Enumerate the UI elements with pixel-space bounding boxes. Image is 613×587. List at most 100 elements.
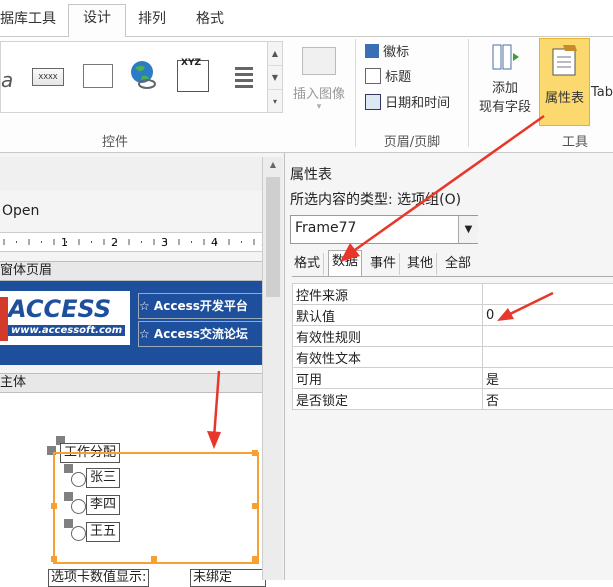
controls-gallery[interactable]: a XXXX XYZ xyxy=(0,41,269,113)
textbox-icon[interactable]: XXXX xyxy=(32,68,64,86)
hyperlink-globe-icon[interactable] xyxy=(127,58,161,92)
tab-arrange[interactable]: 排列 xyxy=(138,6,166,35)
add-fields-label-1: 添加 xyxy=(474,77,536,96)
banner-link-forum[interactable]: ☆ Access交流论坛 xyxy=(138,321,264,347)
gallery-up-icon[interactable]: ▲ xyxy=(268,42,282,66)
prop-value-locked[interactable]: 否 xyxy=(483,389,613,410)
title-label: 标题 xyxy=(385,70,411,85)
scroll-up-icon[interactable]: ▲ xyxy=(263,157,283,173)
add-fields-label-2: 现有字段 xyxy=(474,96,536,115)
gallery-partial-item: a xyxy=(1,68,13,92)
open-label: Open xyxy=(2,203,39,219)
tab-database-tools[interactable]: 据库工具 xyxy=(0,6,56,35)
banner-link-dev-platform[interactable]: ☆ Access开发平台 xyxy=(138,293,264,319)
prop-value-control-source[interactable] xyxy=(483,284,613,305)
group-separator xyxy=(355,39,356,147)
combo-box-icon[interactable]: XYZ xyxy=(177,60,209,92)
gallery-down-icon[interactable]: ▼ xyxy=(268,66,282,90)
prop-value-default[interactable]: 0 xyxy=(483,305,613,326)
logo-icon xyxy=(365,44,379,58)
option-handle[interactable] xyxy=(64,464,73,473)
ruler-label: 1 xyxy=(61,236,68,249)
prop-tab-other[interactable]: 其他 xyxy=(404,253,437,275)
table-row: 有效性规则 xyxy=(293,326,613,347)
image-icon xyxy=(302,47,336,75)
add-existing-fields-button[interactable]: 添加 现有字段 xyxy=(474,43,536,123)
tab-design[interactable]: 设计 xyxy=(68,4,126,38)
table-row: 控件来源 xyxy=(293,284,613,305)
form-header-bar[interactable]: 窗体页眉 xyxy=(0,261,262,281)
ruler-label: 3 xyxy=(161,236,168,249)
tab-value-label[interactable]: 选项卡数值显示: xyxy=(48,569,149,587)
title-button[interactable]: 标题 xyxy=(365,66,411,86)
prop-value-enabled[interactable]: 是 xyxy=(483,368,613,389)
textbox-icon-label: XXXX xyxy=(38,73,57,81)
prop-tab-data[interactable]: 数据 xyxy=(328,250,362,277)
object-name: Frame77 xyxy=(295,220,356,236)
gallery-more-icon[interactable]: ▾ xyxy=(268,90,282,113)
tab-format[interactable]: 格式 xyxy=(196,6,224,35)
logo-button[interactable]: 徽标 xyxy=(365,41,409,61)
resize-handle[interactable] xyxy=(252,556,258,562)
prop-tab-event[interactable]: 事件 xyxy=(367,253,400,275)
radio-button[interactable] xyxy=(71,499,86,514)
combo-box-icon-label: XYZ xyxy=(181,58,201,68)
group-separator xyxy=(468,39,469,147)
option-label-wangwu[interactable]: 王五 xyxy=(86,522,120,542)
option-label-lisi[interactable]: 李四 xyxy=(86,495,120,515)
insert-image-dropdown-icon: ▾ xyxy=(286,102,352,112)
prop-key: 可用 xyxy=(293,368,483,389)
access-logo-url: www.accessoft.com xyxy=(8,325,125,336)
prop-value-validation-rule[interactable] xyxy=(483,326,613,347)
resize-handle[interactable] xyxy=(252,450,258,456)
ribbon: a XXXX XYZ ▲ ▼ ▾ 插入图像 ▾ 控件 xyxy=(0,37,613,153)
option-handle[interactable] xyxy=(64,492,73,501)
option-label-zhangsan[interactable]: 张三 xyxy=(86,468,120,488)
ruler-label: 4 xyxy=(211,236,218,249)
option-handle[interactable] xyxy=(64,519,73,528)
datetime-button[interactable]: 日期和时间 xyxy=(365,92,450,112)
datetime-label: 日期和时间 xyxy=(385,96,450,111)
property-sheet-icon xyxy=(549,43,581,77)
group-controls-label: 控件 xyxy=(60,131,170,150)
gallery-scroll[interactable]: ▲ ▼ ▾ xyxy=(267,41,283,113)
prop-key: 默认值 xyxy=(293,305,483,326)
scroll-thumb[interactable] xyxy=(266,177,280,297)
tab-order-button[interactable]: Tab xyxy=(591,85,613,100)
property-grid: 控件来源 默认值0 有效性规则 有效性文本 可用是 是否锁定否 xyxy=(292,283,613,410)
prop-value-validation-text[interactable] xyxy=(483,347,613,368)
tab-underline xyxy=(292,276,613,277)
ribbon-tab-bar: 据库工具 设计 排列 格式 xyxy=(0,0,613,37)
design-vertical-scrollbar[interactable]: ▲ xyxy=(262,157,283,580)
table-row: 有效性文本 xyxy=(293,347,613,368)
header-banner: ACCESS www.accessoft.com ☆ Access开发平台 ☆ … xyxy=(0,281,262,365)
selection-type-label: 所选内容的类型: 选项组(O) xyxy=(290,189,461,209)
access-logo-box: ACCESS www.accessoft.com xyxy=(0,291,130,345)
property-sheet-pane: 属性表 所选内容的类型: 选项组(O) Frame77 ▼ 格式 数据 事件 其… xyxy=(284,153,613,580)
prop-key: 控件来源 xyxy=(293,284,483,305)
resize-handle[interactable] xyxy=(51,503,57,509)
unbound-textbox[interactable]: 未绑定 xyxy=(190,569,266,587)
radio-button[interactable] xyxy=(71,472,86,487)
insert-image-button[interactable]: 插入图像 ▾ xyxy=(286,43,352,121)
access-logo-text: ACCESS xyxy=(8,295,111,323)
label-control-icon[interactable] xyxy=(83,64,113,88)
resize-handle[interactable] xyxy=(252,503,258,509)
form-design-view[interactable]: Open 123456 窗体页眉 ACCESS www.accessoft.co… xyxy=(0,153,284,580)
ruler-ticks: 123456 xyxy=(0,233,262,251)
horizontal-ruler: 123456 xyxy=(0,232,262,252)
property-sheet-title: 属性表 xyxy=(290,164,332,184)
group-header-footer-label: 页眉/页脚 xyxy=(362,131,462,150)
prop-tab-all[interactable]: 全部 xyxy=(442,253,474,275)
radio-button[interactable] xyxy=(71,526,86,541)
property-sheet-label: 属性表 xyxy=(540,87,589,106)
prop-tab-format[interactable]: 格式 xyxy=(291,253,324,275)
resize-handle[interactable] xyxy=(151,556,157,562)
property-sheet-button[interactable]: 属性表 xyxy=(539,38,590,126)
datetime-icon xyxy=(365,94,381,110)
object-selector[interactable]: Frame77 ▼ xyxy=(290,215,478,244)
logo-label: 徽标 xyxy=(383,45,409,60)
list-box-icon[interactable] xyxy=(227,64,253,90)
chevron-down-icon[interactable]: ▼ xyxy=(458,216,478,243)
resize-handle[interactable] xyxy=(51,556,57,562)
